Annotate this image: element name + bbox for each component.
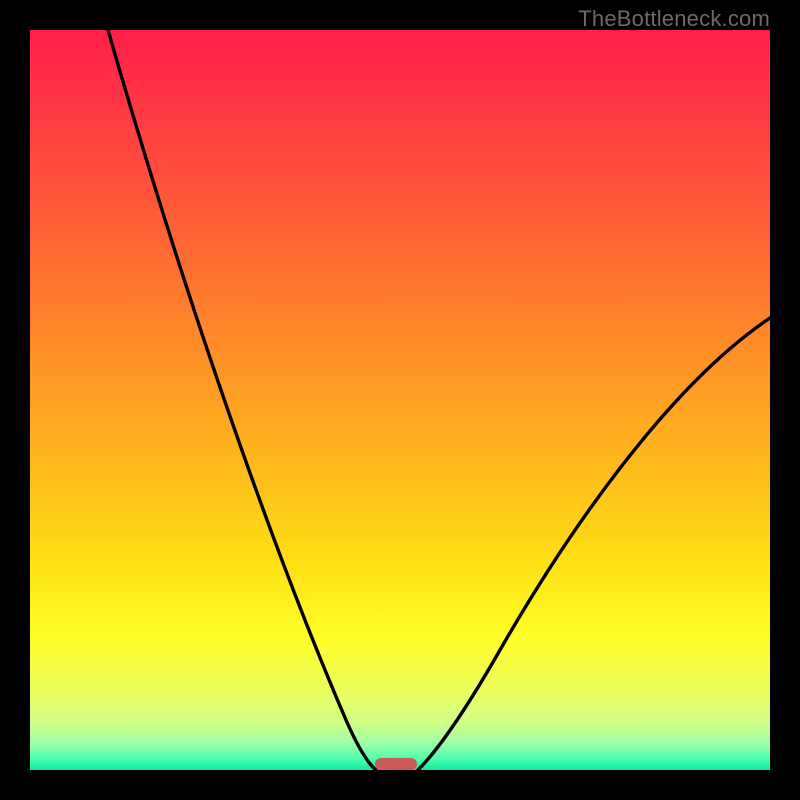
curve-right	[418, 318, 770, 770]
curve-left	[108, 30, 376, 770]
plot-area	[30, 30, 770, 770]
watermark-text: TheBottleneck.com	[578, 6, 770, 32]
curve-layer	[30, 30, 770, 770]
chart-stage: TheBottleneck.com	[0, 0, 800, 800]
optimum-marker	[375, 758, 417, 770]
